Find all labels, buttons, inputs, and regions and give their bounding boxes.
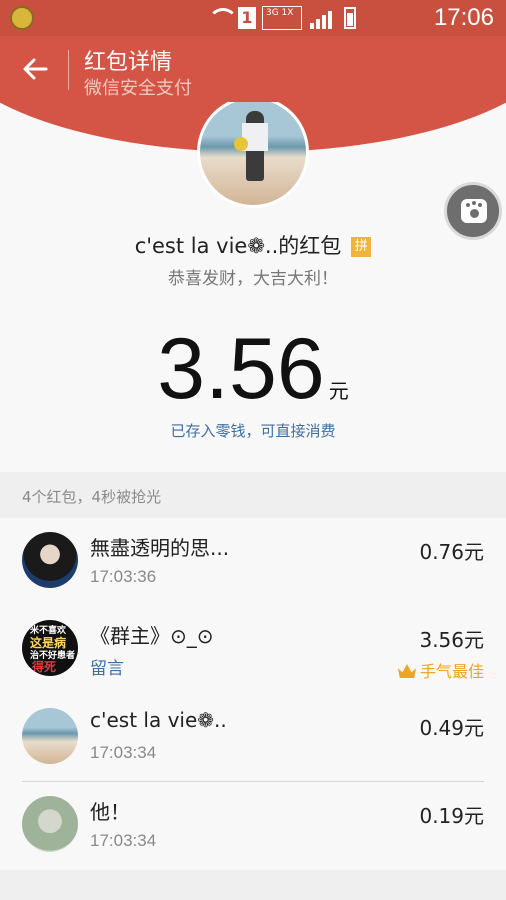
- recipient-name: 無盡透明的思...: [90, 536, 230, 560]
- message-link[interactable]: 留言: [90, 654, 124, 679]
- network-type-icon: 3G 1X: [262, 6, 302, 30]
- stored-link[interactable]: 已存入零钱，可直接消费: [0, 420, 506, 441]
- header: 红包详情 微信安全支付: [0, 36, 506, 102]
- recipient-name: 他！: [90, 800, 130, 824]
- recipient-amount: 0.19元: [419, 804, 484, 828]
- summary-bar: 4个红包，4秒被抢光: [0, 472, 506, 518]
- best-luck-badge: 手气最佳: [397, 658, 484, 682]
- recipient-name: c'est la vie❁..: [90, 708, 227, 732]
- sender-name: c'est la vie❁..的红包: [134, 234, 342, 258]
- recipient-list: 無盡透明的思... 17:03:36 0.76元 米不喜欢 这是病 治不好患者 …: [0, 518, 506, 870]
- amount-unit: 元: [328, 379, 349, 403]
- amount-display: 3.56 元: [0, 324, 506, 414]
- recipient-name: 《群主》⊙_⊙: [90, 624, 214, 648]
- wifi-icon: [208, 8, 238, 28]
- page-subtitle: 微信安全支付: [84, 78, 192, 99]
- avatar: [22, 708, 78, 764]
- envelope-card: c'est la vie❁..的红包拼 恭喜发财，大吉大利！ 3.56 元 已存入…: [0, 102, 506, 472]
- list-item[interactable]: c'est la vie❁.. 17:03:34 0.49元: [0, 694, 506, 782]
- status-icons: 1 3G 1X: [208, 5, 356, 31]
- app-notification-icon: [10, 6, 34, 30]
- avatar: 米不喜欢 这是病 治不好患者 得死: [22, 620, 78, 676]
- status-bar: 1 3G 1X 17:06: [0, 0, 506, 36]
- recipient-amount: 0.76元: [419, 540, 484, 564]
- paw-icon: [461, 199, 487, 223]
- recipient-time: 17:03:36: [90, 567, 157, 586]
- status-time: 17:06: [433, 4, 494, 31]
- pin-badge: 拼: [351, 237, 372, 257]
- sender-avatar[interactable]: [197, 102, 309, 208]
- recipient-time: 17:03:34: [90, 743, 157, 762]
- list-item[interactable]: 米不喜欢 这是病 治不好患者 得死 《群主》⊙_⊙ 留言 3.56元 手气最佳: [0, 606, 506, 694]
- greeting-text: 恭喜发财，大吉大利！: [168, 269, 338, 289]
- amount-value: 3.56: [157, 321, 325, 417]
- sender-title: c'est la vie❁..的红包拼: [0, 230, 506, 260]
- signal-icon: [308, 7, 338, 29]
- avatar: [22, 796, 78, 852]
- sim-slot-icon: 1: [238, 7, 256, 29]
- battery-icon: [344, 7, 356, 29]
- recipient-time: 17:03:34: [90, 831, 157, 850]
- header-divider: [68, 50, 69, 90]
- list-item[interactable]: 他！ 17:03:34 0.19元: [0, 782, 506, 870]
- page-title: 红包详情: [84, 50, 173, 75]
- list-item[interactable]: 無盡透明的思... 17:03:36 0.76元: [0, 518, 506, 606]
- crown-icon: [397, 664, 416, 678]
- bottom-spacer: [0, 870, 506, 900]
- recipient-amount: 3.56元: [419, 628, 484, 652]
- avatar: [22, 532, 78, 588]
- arrow-left-icon[interactable]: [20, 54, 50, 84]
- recipient-amount: 0.49元: [419, 716, 484, 740]
